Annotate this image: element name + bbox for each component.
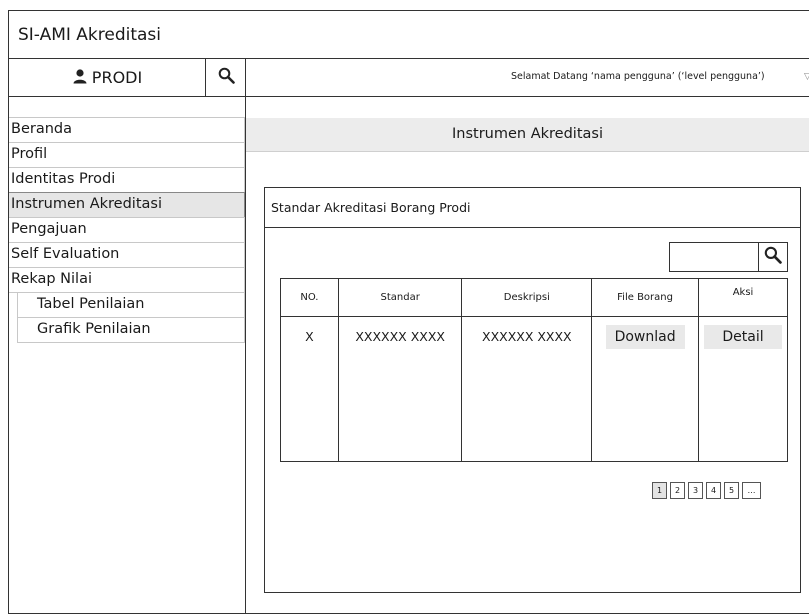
column-header-standar: Standar <box>337 278 463 317</box>
sidebar-item-pengajuan[interactable]: Pengajuan <box>9 217 245 243</box>
user-role-label: PRODI <box>91 68 143 87</box>
triangle-down-icon[interactable]: ▽ <box>804 72 809 82</box>
main-content: Instrumen Akreditasi Standar Akreditasi … <box>246 98 809 614</box>
page-button-3[interactable]: 3 <box>688 482 703 499</box>
sidebar-subitem-tabel-penilaian[interactable]: Tabel Penilaian <box>17 292 245 318</box>
download-button[interactable]: Downlad <box>605 325 685 349</box>
table-search-input[interactable] <box>669 242 759 272</box>
cell-deskripsi: XXXXXX XXXX <box>461 316 593 462</box>
sidebar-item-identitas-prodi[interactable]: Identitas Prodi <box>9 167 245 193</box>
page-heading-bar: Instrumen Akreditasi <box>246 118 809 152</box>
page-button-2[interactable]: 2 <box>670 482 685 499</box>
sidebar-item-rekap-nilai[interactable]: Rekap Nilai <box>9 267 245 293</box>
cell-aksi: Detail <box>698 316 788 462</box>
cell-no: X <box>280 316 339 462</box>
detail-button[interactable]: Detail <box>704 325 782 349</box>
sidebar-item-instrumen-akreditasi[interactable]: Instrumen Akreditasi <box>9 192 245 218</box>
sidebar: PRODI Beranda Profil Identitas Prodi Ins… <box>9 59 246 614</box>
card-title: Standar Akreditasi Borang Prodi <box>265 188 800 228</box>
page-title: Instrumen Akreditasi <box>452 126 603 142</box>
pagination: 1 2 3 4 5 … <box>652 482 761 499</box>
page-button-1[interactable]: 1 <box>652 482 667 499</box>
search-icon <box>218 67 235 88</box>
user-box: PRODI <box>9 59 245 97</box>
app-title: SI-AMI Akreditasi <box>9 11 809 59</box>
search-icon <box>764 246 782 268</box>
sidebar-menu: Beranda Profil Identitas Prodi Instrumen… <box>9 117 246 343</box>
sidebar-item-profil[interactable]: Profil <box>9 142 245 168</box>
cell-file-borang: Downlad <box>591 316 700 462</box>
column-header-deskripsi: Deskripsi <box>461 278 593 317</box>
page-button-5[interactable]: 5 <box>724 482 739 499</box>
column-header-no: NO. <box>280 278 339 317</box>
standards-card: Standar Akreditasi Borang Prodi NO. Stan… <box>264 187 801 593</box>
column-header-aksi: Aksi <box>698 278 788 317</box>
table-search-button[interactable] <box>758 242 788 272</box>
welcome-text: Selamat Datang ‘nama pengguna’ (‘level p… <box>511 71 765 82</box>
user-icon <box>72 68 88 88</box>
sidebar-subitem-grafik-penilaian[interactable]: Grafik Penilaian <box>17 317 245 343</box>
page-button-more[interactable]: … <box>742 482 761 499</box>
column-header-file-borang: File Borang <box>591 278 700 317</box>
table-header-row: NO. Standar Deskripsi File Borang Aksi <box>280 278 788 317</box>
sidebar-item-beranda[interactable]: Beranda <box>9 117 245 143</box>
cell-standar: XXXXXX XXXX <box>337 316 463 462</box>
page-button-4[interactable]: 4 <box>706 482 721 499</box>
app-window: SI-AMI Akreditasi PRODI Beranda Profil I… <box>8 10 809 614</box>
user-role-button[interactable]: PRODI <box>9 59 206 96</box>
sidebar-item-self-evaluation[interactable]: Self Evaluation <box>9 242 245 268</box>
sidebar-search-button[interactable] <box>207 59 245 96</box>
standards-table: NO. Standar Deskripsi File Borang Aksi X… <box>280 278 788 462</box>
table-row: X XXXXXX XXXX XXXXXX XXXX Downlad Detail <box>280 316 788 462</box>
top-bar: Selamat Datang ‘nama pengguna’ (‘level p… <box>246 59 809 97</box>
